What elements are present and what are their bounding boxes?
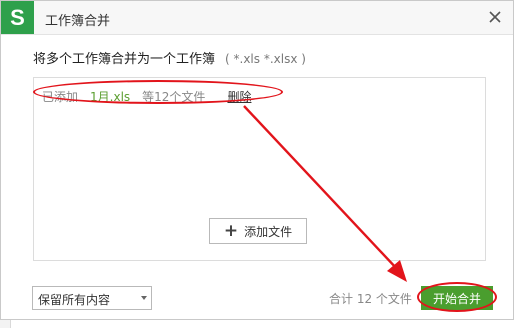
start-merge-button[interactable]: 开始合并 bbox=[421, 286, 493, 310]
merge-mode-value: 保留所有内容 bbox=[38, 293, 111, 307]
file-count-text: 等12个文件 bbox=[142, 90, 206, 104]
delete-link[interactable]: 删除 bbox=[227, 88, 251, 105]
add-file-label: 添加文件 bbox=[244, 224, 293, 239]
add-file-button[interactable]: + 添加文件 bbox=[209, 218, 307, 244]
added-label: 已添加 bbox=[42, 90, 79, 104]
instruction-text: 将多个工作簿合并为一个工作簿 ( *.xls *.xlsx ) bbox=[33, 48, 306, 67]
file-list-item: 已添加 1月.xls 等12个文件 删除 bbox=[42, 88, 251, 105]
wps-logo-icon: S bbox=[1, 1, 34, 34]
instruction-label: 将多个工作簿合并为一个工作簿 bbox=[33, 52, 216, 67]
merge-mode-select[interactable]: 保留所有内容 bbox=[32, 286, 152, 310]
dialog-titlebar: S 工作簿合并 bbox=[1, 1, 513, 35]
plus-icon: + bbox=[223, 220, 239, 241]
close-button[interactable] bbox=[485, 7, 505, 27]
chevron-down-icon bbox=[141, 296, 147, 300]
close-icon bbox=[489, 11, 501, 23]
merge-workbooks-dialog: S 工作簿合并 将多个工作簿合并为一个工作簿 ( *.xls *.xlsx ) 已… bbox=[0, 0, 514, 320]
dialog-title: 工作簿合并 bbox=[45, 14, 111, 29]
file-name: 1月.xls bbox=[90, 90, 131, 104]
file-type-hint: ( *.xls *.xlsx ) bbox=[225, 52, 306, 66]
total-files-text: 合计 12 个文件 bbox=[329, 292, 412, 306]
